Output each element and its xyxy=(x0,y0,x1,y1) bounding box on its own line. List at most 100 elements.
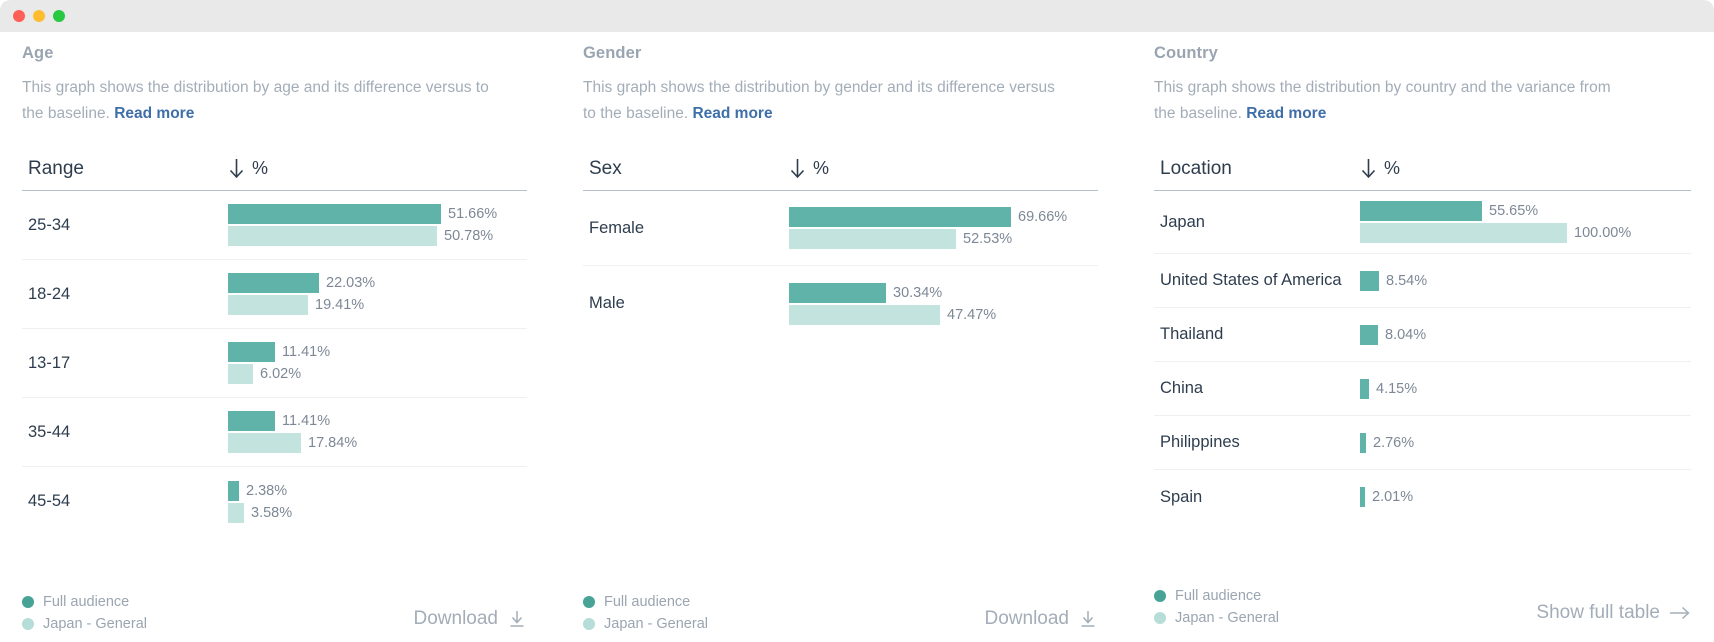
bar-primary-line: 30.34% xyxy=(789,283,1092,303)
minimize-window-button[interactable] xyxy=(33,10,45,22)
table-row[interactable]: Thailand 8.04% xyxy=(1154,308,1691,362)
panel-footer: Full audience Japan - General Show full … xyxy=(1154,588,1691,626)
bar-secondary xyxy=(789,305,940,325)
row-bars: 30.34% 47.47% xyxy=(789,273,1092,335)
show-full-table-button[interactable]: Show full table xyxy=(1536,602,1691,624)
app-window: Age This graph shows the distribution by… xyxy=(0,0,1714,642)
bar-secondary-line: 47.47% xyxy=(789,305,1092,325)
download-arrow-icon xyxy=(1078,609,1098,629)
table-row[interactable]: Male 30.34% 47.47% xyxy=(583,266,1098,341)
bar-primary xyxy=(1360,379,1369,399)
table-row[interactable]: 18-24 22.03% 19.41% xyxy=(22,260,527,329)
bar-primary-value: 2.38% xyxy=(239,483,287,499)
table-row[interactable]: 45-54 2.38% 3.58% xyxy=(22,467,527,536)
row-label: 18-24 xyxy=(28,282,228,307)
column-header-sex: Sex xyxy=(589,158,789,180)
row-bars: 69.66% 52.53% xyxy=(789,197,1092,259)
show-full-table-label: Show full table xyxy=(1536,602,1660,624)
bar-primary-value: 30.34% xyxy=(886,285,942,301)
table-row[interactable]: Philippines 2.76% xyxy=(1154,416,1691,470)
bar-secondary xyxy=(228,226,437,246)
table-row[interactable]: Spain 2.01% xyxy=(1154,470,1691,524)
bar-secondary-line: 19.41% xyxy=(228,295,521,315)
download-button[interactable]: Download xyxy=(414,608,528,630)
bar-secondary-value: 6.02% xyxy=(253,366,301,382)
bar-secondary-value: 47.47% xyxy=(940,307,996,323)
row-bars: 11.41% 6.02% xyxy=(228,332,521,394)
row-label: Philippines xyxy=(1160,430,1360,455)
bar-primary-line: 11.41% xyxy=(228,411,521,431)
row-label: United States of America xyxy=(1160,268,1360,293)
read-more-link[interactable]: Read more xyxy=(1246,105,1326,122)
legend-item: Full audience xyxy=(583,594,708,610)
table-row[interactable]: 25-34 51.66% 50.78% xyxy=(22,191,527,260)
bar-primary-line: 69.66% xyxy=(789,207,1092,227)
gender-table: Sex % Female 69.66% xyxy=(583,147,1098,341)
row-bars: 55.65% 100.00% xyxy=(1360,191,1685,253)
row-label: Spain xyxy=(1160,485,1360,510)
bar-secondary xyxy=(228,364,253,384)
legend-swatch-icon xyxy=(22,596,34,608)
row-bars: 51.66% 50.78% xyxy=(228,194,521,256)
table-row[interactable]: Female 69.66% 52.53% xyxy=(583,191,1098,266)
maximize-window-button[interactable] xyxy=(53,10,65,22)
bar-secondary-value: 17.84% xyxy=(301,435,357,451)
sort-by-percent-button[interactable]: % xyxy=(1360,158,1400,179)
row-bars: 8.04% xyxy=(1360,315,1685,355)
row-label: Japan xyxy=(1160,210,1360,235)
legend-label: Full audience xyxy=(604,594,690,610)
close-window-button[interactable] xyxy=(13,10,25,22)
panel-gender: Gender This graph shows the distribution… xyxy=(571,32,1142,642)
bar-secondary-line: 3.58% xyxy=(228,503,521,523)
bar-primary-line: 4.15% xyxy=(1360,379,1685,399)
legend-label: Full audience xyxy=(43,594,129,610)
bar-primary-value: 8.54% xyxy=(1379,273,1427,289)
row-label: 13-17 xyxy=(28,351,228,376)
bar-secondary-line: 100.00% xyxy=(1360,223,1685,243)
table-row[interactable]: 13-17 11.41% 6.02% xyxy=(22,329,527,398)
bar-secondary-line: 6.02% xyxy=(228,364,521,384)
legend-swatch-icon xyxy=(1154,612,1166,624)
sort-column-label: % xyxy=(1384,158,1400,179)
legend-label: Japan - General xyxy=(1175,610,1279,626)
bar-primary-line: 51.66% xyxy=(228,204,521,224)
legend-label: Full audience xyxy=(1175,588,1261,604)
table-row[interactable]: 35-44 11.41% 17.84% xyxy=(22,398,527,467)
legend: Full audience Japan - General xyxy=(583,594,708,632)
sort-by-percent-button[interactable]: % xyxy=(789,158,829,179)
download-button[interactable]: Download xyxy=(985,608,1099,630)
legend-label: Japan - General xyxy=(604,616,708,632)
bar-secondary-line: 50.78% xyxy=(228,226,521,246)
table-header: Sex % xyxy=(583,147,1098,191)
row-label: Male xyxy=(589,291,789,316)
bar-primary xyxy=(1360,325,1378,345)
bar-primary-value: 22.03% xyxy=(319,275,375,291)
table-row[interactable]: Japan 55.65% 100.00% xyxy=(1154,191,1691,254)
panel-title: Gender xyxy=(583,32,1098,63)
row-bars: 2.01% xyxy=(1360,477,1685,517)
sort-by-percent-button[interactable]: % xyxy=(228,158,268,179)
panel-title: Age xyxy=(22,32,527,63)
read-more-link[interactable]: Read more xyxy=(692,105,772,122)
bar-secondary-line: 17.84% xyxy=(228,433,521,453)
bar-primary-value: 51.66% xyxy=(441,206,497,222)
read-more-link[interactable]: Read more xyxy=(114,105,194,122)
bar-primary xyxy=(228,273,319,293)
row-label: China xyxy=(1160,376,1360,401)
row-bars: 4.15% xyxy=(1360,369,1685,409)
bar-primary-line: 55.65% xyxy=(1360,201,1685,221)
table-row[interactable]: China 4.15% xyxy=(1154,362,1691,416)
table-header: Range % xyxy=(22,147,527,191)
bar-secondary-value: 3.58% xyxy=(244,505,292,521)
bar-primary-value: 2.76% xyxy=(1366,435,1414,451)
sort-column-label: % xyxy=(252,158,268,179)
download-button-label: Download xyxy=(985,608,1070,630)
bar-primary xyxy=(789,283,886,303)
panel-footer: Full audience Japan - General Download xyxy=(583,594,1098,632)
arrow-down-icon xyxy=(228,158,245,179)
bar-primary xyxy=(228,342,275,362)
table-row[interactable]: United States of America 8.54% xyxy=(1154,254,1691,308)
bar-secondary xyxy=(789,229,956,249)
bar-primary xyxy=(228,204,441,224)
bar-secondary xyxy=(228,433,301,453)
